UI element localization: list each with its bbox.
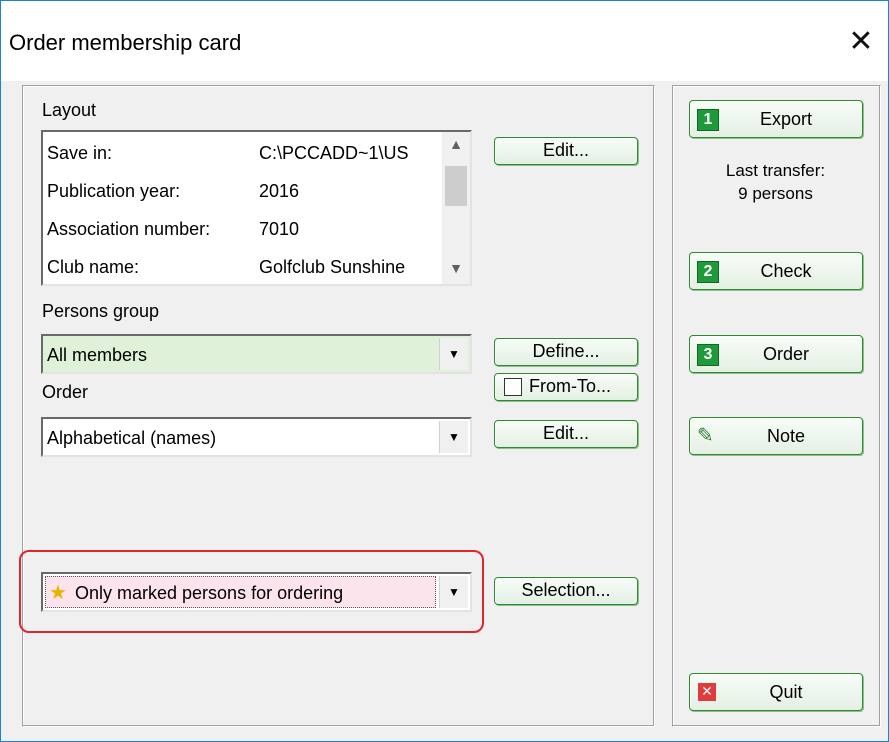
- note-button[interactable]: ✎ Note: [689, 417, 863, 455]
- persons-group-select[interactable]: All members ▼: [41, 334, 472, 374]
- selection-button[interactable]: Selection...: [494, 577, 638, 605]
- info-value: Golfclub Sunshine: [259, 257, 406, 277]
- scroll-thumb[interactable]: [445, 166, 467, 206]
- scroll-down-icon[interactable]: ▼: [442, 256, 470, 280]
- layout-edit-button[interactable]: Edit...: [494, 137, 638, 165]
- define-button[interactable]: Define...: [494, 338, 638, 366]
- chevron-down-icon[interactable]: ▼: [439, 576, 468, 608]
- close-icon[interactable]: ✕: [839, 23, 883, 61]
- last-transfer-value: 9 persons: [738, 184, 813, 203]
- from-to-checkbox[interactable]: [504, 378, 522, 396]
- export-label: Export: [759, 109, 813, 129]
- chevron-down-icon[interactable]: ▼: [439, 338, 468, 370]
- side-panel: [672, 85, 881, 727]
- info-key: Club name:: [47, 257, 140, 277]
- layout-label: Layout: [42, 100, 97, 120]
- info-scrollbar[interactable]: ▲ ▼: [442, 132, 470, 284]
- check-label: Check: [760, 261, 812, 281]
- info-key: Publication year:: [47, 181, 181, 201]
- title-bar: Order membership card ✕: [1, 1, 888, 81]
- star-icon: ★: [49, 580, 67, 604]
- last-transfer-label: Last transfer:: [725, 161, 826, 180]
- layout-info-list[interactable]: Save in: C:\PCCADD~1\US Publication year…: [41, 130, 472, 286]
- persons-group-value: All members: [47, 345, 148, 365]
- check-button[interactable]: 2 Check: [689, 252, 863, 290]
- order-button[interactable]: 3 Order: [689, 335, 863, 373]
- quit-label: Quit: [769, 682, 803, 702]
- quit-button[interactable]: ✕ Quit: [689, 673, 863, 711]
- marked-persons-value: Only marked persons for ordering: [75, 583, 344, 603]
- info-value: 7010: [259, 219, 300, 239]
- note-label: Note: [766, 426, 806, 446]
- persons-group-label: Persons group: [42, 301, 160, 321]
- info-value: 2016: [259, 181, 300, 201]
- info-key: Save in:: [47, 143, 113, 163]
- export-button[interactable]: 1 Export: [689, 100, 863, 138]
- chevron-down-icon[interactable]: ▼: [439, 421, 468, 453]
- info-key: Association number:: [47, 219, 211, 239]
- order-button-label: Order: [762, 344, 809, 364]
- window-title: Order membership card: [9, 30, 242, 55]
- order-label: Order: [42, 382, 89, 402]
- order-select[interactable]: Alphabetical (names) ▼: [41, 417, 472, 457]
- from-to-toggle[interactable]: From-To...: [494, 373, 638, 401]
- from-to-label: From-To...: [529, 376, 612, 396]
- order-value: Alphabetical (names): [47, 428, 217, 448]
- order-edit-button[interactable]: Edit...: [494, 420, 638, 448]
- info-value: C:\PCCADD~1\US: [259, 143, 409, 163]
- scroll-up-icon[interactable]: ▲: [442, 132, 470, 156]
- marked-persons-select[interactable]: ★ Only marked persons for ordering ▼: [41, 572, 472, 612]
